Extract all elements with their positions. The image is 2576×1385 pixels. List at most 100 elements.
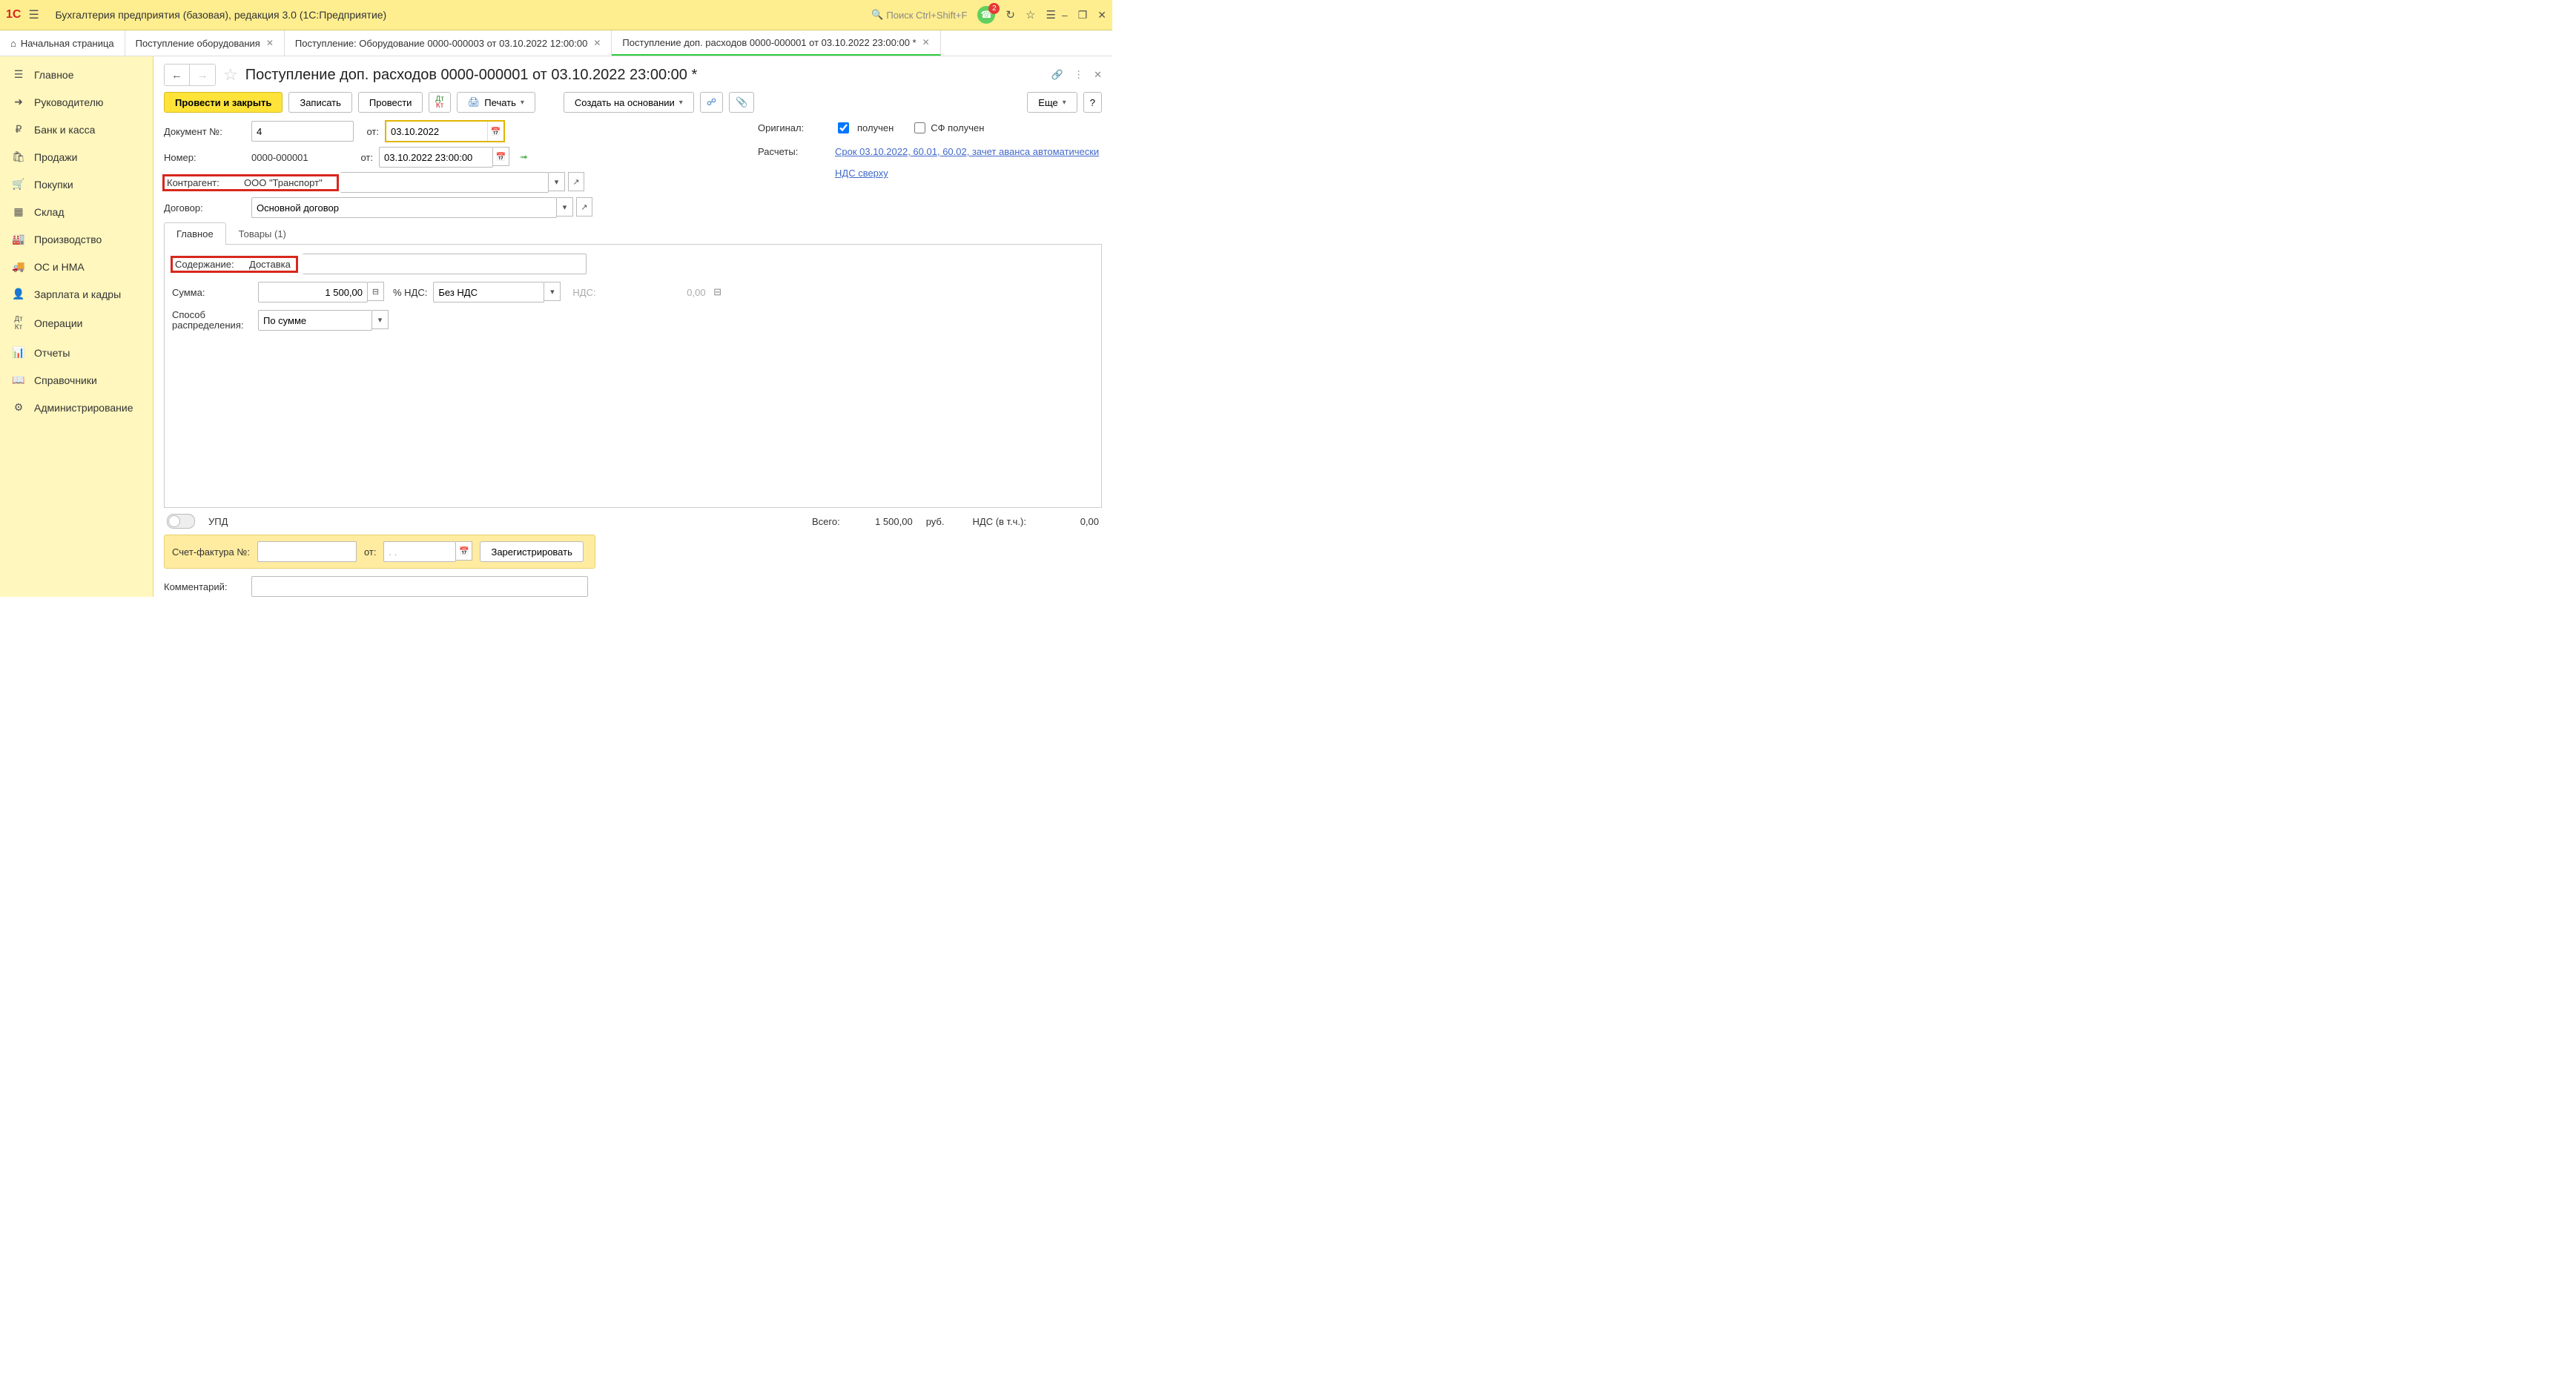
boxes-icon: ▦	[12, 205, 25, 218]
person-icon: 👤	[12, 288, 25, 300]
history-nav: ← →	[164, 64, 216, 86]
sidebar-item-operations[interactable]: ДтКтОперации	[0, 308, 153, 339]
document-sub-tabs: Главное Товары (1)	[164, 222, 1102, 245]
vat-pct-input[interactable]	[433, 282, 544, 303]
invoice-date-input[interactable]	[383, 541, 456, 562]
open-icon[interactable]: ↗	[568, 172, 584, 191]
sidebar-item-reports[interactable]: 📊Отчеты	[0, 339, 153, 366]
tab-additional-expenses[interactable]: Поступление доп. расходов 0000-000001 от…	[612, 30, 940, 56]
distribution-label: Способ распределения:	[172, 310, 252, 331]
link-icon[interactable]: 🔗	[1051, 69, 1063, 81]
right-info-block: Оригинал: получен СФ получен Расчеты: Ср…	[758, 120, 1099, 179]
calc-link[interactable]: Срок 03.10.2022, 60.01, 60.02, зачет ава…	[835, 146, 1099, 157]
dtkt-button[interactable]: ДтКт	[429, 92, 450, 113]
counterparty-value: ООО "Транспорт"	[244, 177, 334, 188]
sidebar-item-sales[interactable]: 🛍Продажи	[0, 143, 153, 171]
menu-lines-icon[interactable]: ☰	[1046, 8, 1055, 22]
distribution-input[interactable]	[258, 310, 372, 331]
star-icon[interactable]: ☆	[1026, 8, 1035, 22]
calc-label: Расчеты:	[758, 146, 817, 157]
close-icon[interactable]: ✕	[1097, 9, 1106, 22]
sidebar-item-admin[interactable]: ⚙Администрирование	[0, 394, 153, 421]
total-label: Всего:	[812, 516, 840, 527]
close-pane-icon[interactable]: ✕	[1094, 69, 1102, 81]
sidebar-item-assets[interactable]: 🚚ОС и НМА	[0, 253, 153, 280]
sum-input[interactable]	[258, 282, 368, 303]
calendar-icon[interactable]: 📅	[456, 541, 472, 561]
sidebar-item-bank[interactable]: ₽Банк и касса	[0, 116, 153, 143]
global-search[interactable]: 🔍 Поиск Ctrl+Shift+F	[871, 9, 967, 21]
number-date-input[interactable]	[379, 147, 493, 168]
sidebar-item-main[interactable]: ☰Главное	[0, 61, 153, 88]
toolbar: Провести и закрыть Записать Провести ДтК…	[164, 92, 1102, 113]
help-button[interactable]: ?	[1083, 92, 1102, 113]
doc-no-input[interactable]	[251, 121, 354, 142]
calendar-icon[interactable]: 📅	[493, 147, 509, 166]
tab-home[interactable]: ⌂ Начальная страница	[0, 30, 125, 56]
doc-no-label: Документ №:	[164, 126, 245, 137]
dropdown-icon[interactable]: ▾	[549, 172, 565, 191]
sidebar-item-purchases[interactable]: 🛒Покупки	[0, 171, 153, 198]
back-button[interactable]: ←	[165, 65, 190, 85]
vat-incl-value: 0,00	[1040, 516, 1099, 527]
tab-close-icon[interactable]: ✕	[922, 37, 930, 47]
vat-value: 0,00	[602, 287, 706, 298]
sidebar-item-manager[interactable]: ➜Руководителю	[0, 88, 153, 116]
hamburger-icon[interactable]: ☰	[28, 7, 43, 22]
vat-mode-link[interactable]: НДС сверху	[835, 168, 888, 179]
calc-icon[interactable]: ⊟	[368, 282, 384, 301]
forward-button[interactable]: →	[190, 65, 215, 85]
minimize-icon[interactable]: –	[1062, 9, 1068, 22]
counterparty-label: Контрагент:	[167, 177, 244, 188]
counterparty-input-ext[interactable]	[340, 172, 549, 193]
open-icon[interactable]: ↗	[576, 197, 592, 216]
create-based-on-button[interactable]: Создать на основании▾	[564, 92, 694, 113]
tab-goods[interactable]: Товары (1)	[226, 222, 299, 245]
original-label: Оригинал:	[758, 122, 817, 133]
save-button[interactable]: Записать	[288, 92, 352, 113]
tab-equipment-receipt[interactable]: Поступление оборудования ✕	[125, 30, 285, 56]
content-label: Содержание:	[175, 259, 249, 270]
print-button[interactable]: 🖨Печать▾	[457, 92, 535, 113]
sf-received-checkbox[interactable]: СФ получен	[911, 120, 984, 136]
invoice-no-input[interactable]	[257, 541, 357, 562]
tab-receipt-equipment-doc[interactable]: Поступление: Оборудование 0000-000003 от…	[285, 30, 612, 56]
tab-close-icon[interactable]: ✕	[266, 38, 274, 48]
post-and-close-button[interactable]: Провести и закрыть	[164, 92, 283, 113]
calendar-icon[interactable]: 📅	[487, 122, 503, 141]
attach-button[interactable]: 📎	[729, 92, 754, 113]
sidebar-item-warehouse[interactable]: ▦Склад	[0, 198, 153, 225]
content-area: ← → ☆ Поступление доп. расходов 0000-000…	[153, 56, 1112, 597]
bars-icon: 📊	[12, 346, 25, 359]
posted-icon: ➟	[520, 151, 528, 163]
contract-input[interactable]	[251, 197, 557, 218]
upd-toggle[interactable]	[167, 514, 195, 529]
notifications-icon[interactable]: ☎ 2	[977, 6, 995, 24]
dropdown-icon[interactable]: ▾	[544, 282, 561, 301]
invoice-box: Счет-фактура №: от: 📅 Зарегистрировать	[164, 535, 595, 569]
maximize-icon[interactable]: ❐	[1078, 9, 1088, 22]
history-icon[interactable]: ↻	[1005, 8, 1015, 22]
sidebar-item-catalogs[interactable]: 📖Справочники	[0, 366, 153, 394]
dropdown-icon[interactable]: ▾	[372, 310, 389, 329]
kebab-icon[interactable]: ⋮	[1074, 69, 1083, 81]
tab-close-icon[interactable]: ✕	[593, 38, 601, 48]
original-received-checkbox[interactable]: получен	[835, 120, 894, 136]
more-button[interactable]: Еще▾	[1027, 92, 1077, 113]
tab-main[interactable]: Главное	[164, 222, 226, 245]
dropdown-icon[interactable]: ▾	[557, 197, 573, 216]
sum-label: Сумма:	[172, 287, 252, 298]
register-button[interactable]: Зарегистрировать	[480, 541, 583, 562]
truck-icon: 🚚	[12, 260, 25, 273]
doc-date-input[interactable]	[386, 122, 487, 141]
favorite-star-icon[interactable]: ☆	[223, 65, 238, 85]
number-value: 0000-000001	[251, 152, 348, 163]
notif-badge: 2	[988, 3, 1000, 14]
post-button[interactable]: Провести	[358, 92, 423, 113]
comment-input[interactable]	[251, 576, 588, 597]
sidebar-item-salary[interactable]: 👤Зарплата и кадры	[0, 280, 153, 308]
related-button[interactable]: ☍	[700, 92, 723, 113]
sidebar-item-production[interactable]: 🏭Производство	[0, 225, 153, 253]
content-input-ext[interactable]	[303, 254, 587, 274]
from-label-1: от:	[360, 126, 379, 137]
